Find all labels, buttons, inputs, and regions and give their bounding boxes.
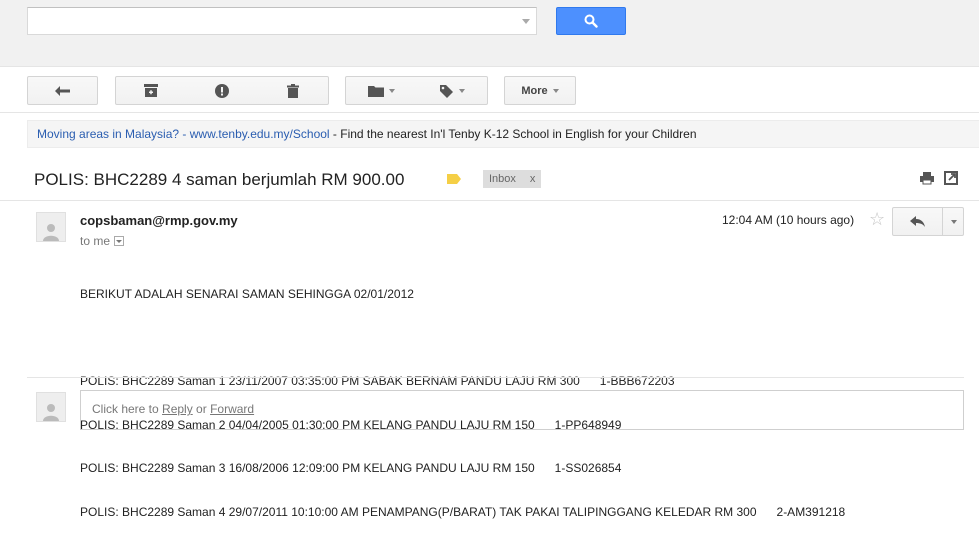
reply-prefix: Click here to [92, 402, 163, 416]
important-marker-icon[interactable] [447, 174, 461, 184]
message-time: 12:04 AM (10 hours ago) [722, 213, 855, 227]
more-reply-options-chevron-down-icon[interactable] [951, 220, 957, 224]
inbox-label-text: Inbox [489, 173, 516, 185]
body-gap [80, 331, 845, 346]
ad-link[interactable]: Moving areas in Malaysia? - www.tenby.ed… [37, 127, 330, 141]
more-button[interactable]: More [504, 76, 576, 105]
search-button[interactable] [556, 7, 626, 35]
forward-link[interactable]: Forward [210, 402, 254, 416]
ad-description: - Find the nearest In'l Tenby K-12 Schoo… [329, 127, 697, 141]
labels-chevron-down-icon [458, 88, 465, 93]
new-window-icon[interactable] [944, 171, 958, 185]
avatar-icon [43, 404, 59, 421]
sponsored-ad-bar: Moving areas in Malaysia? - www.tenby.ed… [27, 120, 979, 148]
quick-reply-box[interactable]: Click here to Reply or Forward [80, 390, 964, 430]
top-search-bar [0, 0, 979, 67]
more-chevron-down-icon [552, 88, 559, 93]
reply-divider [27, 377, 964, 378]
reply-separator [942, 208, 943, 235]
message-toolbar: More [0, 67, 979, 113]
search-input[interactable] [27, 7, 537, 35]
search-options-chevron-icon[interactable] [522, 19, 530, 24]
recipient-text: to me [80, 234, 111, 248]
body-line-3: POLIS: BHC2289 Saman 3 16/08/2006 12:09:… [80, 461, 622, 475]
reply-or: or [192, 402, 211, 416]
back-arrow-icon [54, 85, 70, 96]
delete-button[interactable] [257, 76, 329, 105]
subject-row: POLIS: BHC2289 4 saman berjumlah RM 900.… [0, 160, 979, 201]
reply-link[interactable]: Reply [162, 402, 193, 416]
message-subject: POLIS: BHC2289 4 saman berjumlah RM 900.… [34, 170, 405, 189]
remove-label-button[interactable]: x [530, 173, 536, 185]
my-avatar [36, 392, 66, 422]
inbox-label-chip: Inbox x [483, 170, 542, 188]
folder-icon [367, 85, 384, 97]
move-to-button[interactable] [345, 76, 417, 105]
trash-icon [286, 83, 299, 98]
report-spam-button[interactable] [186, 76, 258, 105]
body-intro: BERIKUT ADALAH SENARAI SAMAN SEHINGGA 02… [80, 287, 414, 301]
print-icon[interactable] [920, 171, 934, 185]
archive-icon [144, 84, 158, 97]
sender-email[interactable]: copsbaman@rmp.gov.my [80, 213, 238, 228]
reply-button-group[interactable] [892, 207, 964, 236]
recipient-line: to me [80, 234, 125, 248]
search-icon [584, 14, 598, 28]
star-icon[interactable]: ☆ [869, 209, 885, 230]
more-button-label: More [521, 84, 548, 97]
back-to-inbox-button[interactable] [27, 76, 98, 105]
show-details-chevron-down-icon[interactable] [114, 236, 125, 246]
reply-icon[interactable] [910, 216, 926, 227]
sender-avatar [36, 212, 66, 242]
archive-button[interactable] [115, 76, 187, 105]
label-icon [439, 84, 453, 98]
avatar-icon [43, 224, 59, 241]
body-line-4: POLIS: BHC2289 Saman 4 29/07/2011 10:10:… [80, 504, 846, 519]
move-to-chevron-down-icon [388, 88, 395, 93]
spam-icon [214, 83, 229, 98]
labels-button[interactable] [416, 76, 488, 105]
